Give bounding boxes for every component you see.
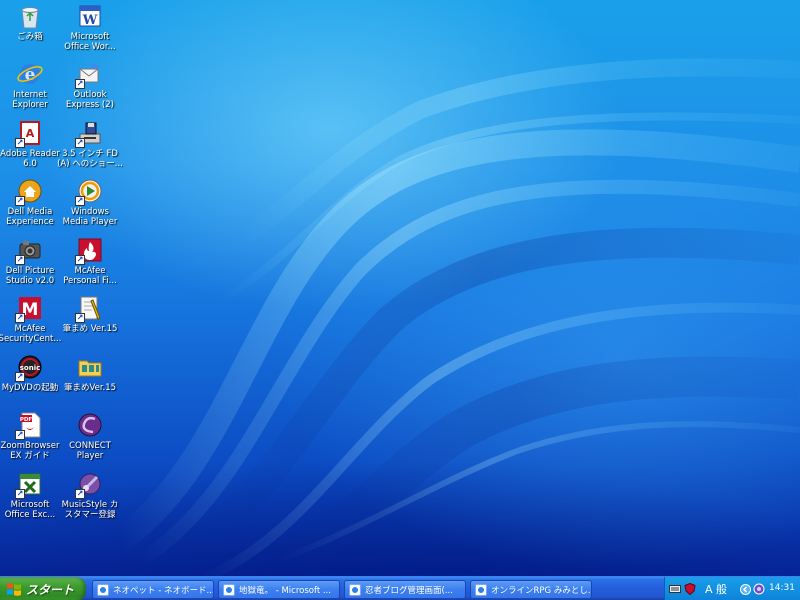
- taskbar-button-jigokuryu[interactable]: 地獄竜。 - Microsoft ...: [218, 580, 340, 599]
- wallpaper-swirl: [112, 58, 800, 576]
- internet-explorer-icon: [349, 583, 361, 596]
- icon-label: CONNECT Player: [69, 441, 111, 461]
- start-label: スタート: [26, 582, 75, 597]
- adobe-reader-icon: A ↗: [15, 119, 44, 148]
- desktop-icon-mcafee-firewall[interactable]: ↗ McAfee Personal Fi...: [60, 236, 120, 294]
- task-label: オンラインRPG みみとし...: [491, 585, 591, 596]
- desktop-icon-floppy-drive[interactable]: ↗ 3.5 インチ FD (A) へのショー...: [57, 119, 123, 177]
- clock[interactable]: 14:31: [769, 583, 795, 593]
- icon-label: McAfee Personal Fi...: [63, 266, 117, 286]
- internet-explorer-icon: [223, 583, 235, 596]
- chevron-left-icon[interactable]: [739, 583, 751, 595]
- internet-explorer-icon: e: [16, 60, 44, 88]
- excel-icon: ↗: [15, 470, 44, 499]
- dell-media-icon: ↗: [15, 177, 44, 206]
- mcafee-tray-icon[interactable]: [684, 583, 696, 595]
- taskbar-button-neopets[interactable]: ネオペット - ネオボード...: [92, 580, 214, 599]
- shortcut-arrow-icon: ↗: [15, 196, 25, 206]
- desktop-icon-zoombrowser-guide[interactable]: PDF ↗ ZoomBrowser EX ガイド: [0, 411, 60, 469]
- task-label: 忍者ブログ管理画面(...: [365, 585, 453, 596]
- desktop-icon-fudemame[interactable]: ↗ 筆まめ Ver.15: [60, 294, 120, 352]
- floppy-drive-icon: ↗: [75, 119, 104, 148]
- musicstyle-icon: ↗: [75, 470, 104, 499]
- shortcut-arrow-icon: ↗: [15, 313, 25, 323]
- icon-label: 3.5 インチ FD (A) へのショー...: [57, 149, 123, 169]
- task-label: ネオペット - ネオボード...: [113, 585, 213, 596]
- shortcut-arrow-icon: ↗: [75, 489, 85, 499]
- taskbar-button-online-rpg[interactable]: オンラインRPG みみとし...: [470, 580, 592, 599]
- dell-picture-studio-icon: ↗: [15, 236, 44, 265]
- shortcut-arrow-icon: ↗: [75, 255, 85, 265]
- taskbar: スタート ネオペット - ネオボード... 地獄竜。 - Microsoft .…: [0, 576, 800, 600]
- outlook-express-icon: ↗: [75, 60, 104, 89]
- desktop-icon-outlook-express[interactable]: ↗ Outlook Express (2): [60, 60, 120, 118]
- desktop[interactable]: ごみ箱 e Internet Explorer A ↗ Adobe Reader…: [0, 0, 800, 576]
- start-button[interactable]: スタート: [0, 577, 86, 600]
- shortcut-arrow-icon: ↗: [75, 79, 85, 89]
- keyboard-icon[interactable]: [669, 583, 681, 595]
- desktop-icon-musicstyle[interactable]: ↗ MusicStyle カ スタマー登録: [60, 470, 120, 528]
- shortcut-arrow-icon: ↗: [75, 196, 85, 206]
- icon-label: Outlook Express (2): [66, 90, 114, 110]
- icon-label: 筆まめVer.15: [63, 383, 117, 393]
- desktop-icon-internet-explorer[interactable]: e Internet Explorer: [0, 60, 60, 118]
- system-tray: A 般 14:31: [664, 577, 800, 600]
- icon-label: MusicStyle カ スタマー登録: [61, 500, 119, 520]
- desktop-icon-fudemame-folder[interactable]: 筆まめVer.15: [60, 353, 120, 411]
- desktop-icon-word[interactable]: W Microsoft Office Wor...: [60, 2, 120, 60]
- connect-player-icon: [76, 411, 104, 439]
- internet-explorer-icon: [475, 583, 487, 596]
- taskbar-button-ninja-blog[interactable]: 忍者ブログ管理画面(...: [344, 580, 466, 599]
- icon-label: 筆まめ Ver.15: [62, 324, 118, 334]
- internet-explorer-icon: [97, 583, 109, 596]
- desktop-icon-dell-media[interactable]: ↗ Dell Media Experience: [0, 177, 60, 235]
- desktop-icon-connect-player[interactable]: CONNECT Player: [60, 411, 120, 469]
- shortcut-arrow-icon: ↗: [75, 313, 85, 323]
- fudemame-icon: ↗: [75, 294, 104, 323]
- icon-label: Windows Media Player: [62, 207, 118, 227]
- mcafee-firewall-icon: ↗: [75, 236, 104, 265]
- windows-logo-icon: [7, 583, 21, 596]
- svg-text:PDF: PDF: [20, 417, 33, 423]
- pdf-document-icon: PDF ↗: [15, 411, 44, 440]
- shortcut-arrow-icon: ↗: [15, 372, 25, 382]
- svg-text:W: W: [82, 13, 98, 28]
- desktop-icon-mydvd[interactable]: sonic ↗ MyDVDの起動: [0, 353, 60, 411]
- shortcut-arrow-icon: ↗: [75, 138, 85, 148]
- icon-label: Microsoft Office Wor...: [64, 32, 116, 52]
- svg-text:A: A: [26, 127, 35, 140]
- shortcut-arrow-icon: ↗: [15, 489, 25, 499]
- folder-icon: [76, 353, 104, 381]
- ime-indicator[interactable]: A 般: [705, 581, 727, 597]
- svg-text:sonic: sonic: [20, 364, 41, 372]
- desktop-icon-excel[interactable]: ↗ Microsoft Office Exc...: [0, 470, 60, 528]
- word-icon: W: [76, 2, 104, 30]
- mydvd-icon: sonic ↗: [15, 353, 44, 382]
- network-icon[interactable]: [753, 583, 765, 595]
- shortcut-arrow-icon: ↗: [15, 255, 25, 265]
- shortcut-arrow-icon: ↗: [15, 138, 25, 148]
- windows-media-player-icon: ↗: [75, 177, 104, 206]
- task-label: 地獄竜。 - Microsoft ...: [239, 585, 331, 596]
- recycle-bin-icon: [16, 2, 44, 30]
- shortcut-arrow-icon: ↗: [15, 430, 25, 440]
- desktop-icon-windows-media-player[interactable]: ↗ Windows Media Player: [60, 177, 120, 235]
- desktop-icon-mcafee-securitycenter[interactable]: M ↗ McAfee SecurityCent...: [0, 294, 61, 352]
- mcafee-securitycenter-icon: M ↗: [15, 294, 44, 323]
- desktop-icon-dell-picture-studio[interactable]: ↗ Dell Picture Studio v2.0: [0, 236, 60, 294]
- desktop-icon-adobe-reader[interactable]: A ↗ Adobe Reader 6.0: [0, 119, 60, 177]
- desktop-icon-recycle-bin[interactable]: ごみ箱: [0, 2, 60, 60]
